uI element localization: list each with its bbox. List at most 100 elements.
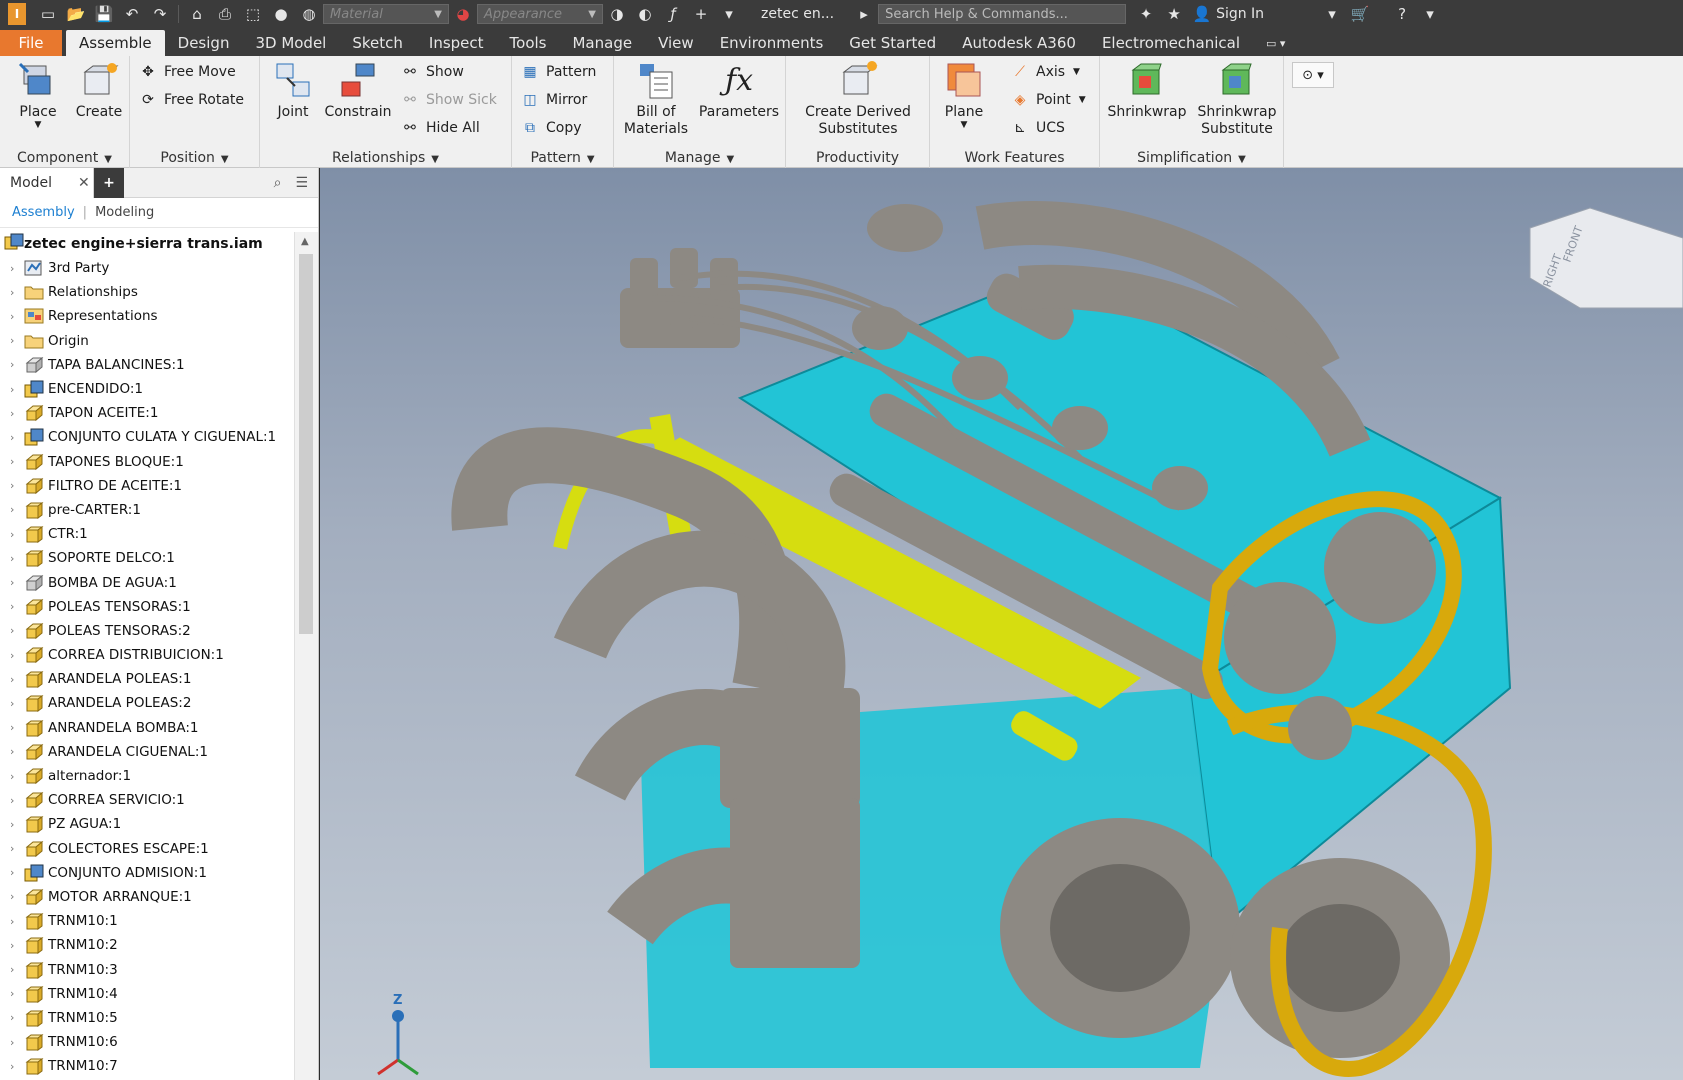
- tree-item[interactable]: › 3rd Party: [0, 256, 294, 280]
- bill-of-materials-button[interactable]: Bill of Materials: [620, 60, 692, 138]
- browser-scrollbar[interactable]: ▲: [294, 232, 318, 1080]
- expand-chevron-icon[interactable]: ›: [10, 963, 24, 976]
- tree-item[interactable]: › alternador:1: [0, 764, 294, 788]
- select-icon[interactable]: ⬚: [241, 3, 265, 25]
- exhaust-outlet[interactable]: [720, 688, 860, 968]
- undo-icon[interactable]: ↶: [120, 3, 144, 25]
- expand-chevron-icon[interactable]: ›: [10, 383, 24, 396]
- tree-item[interactable]: › Representations: [0, 304, 294, 328]
- point-button[interactable]: ◈ Point ▼: [1010, 88, 1086, 112]
- tree-item[interactable]: › ENCENDIDO:1: [0, 377, 294, 401]
- tab-assemble[interactable]: Assemble: [66, 30, 165, 56]
- chevron-down-icon[interactable]: ▾: [1418, 3, 1442, 25]
- expand-chevron-icon[interactable]: ›: [10, 987, 24, 1000]
- expand-chevron-icon[interactable]: ›: [10, 503, 24, 516]
- tab-file[interactable]: File: [0, 30, 62, 56]
- tools-icon[interactable]: ✦: [1134, 3, 1158, 25]
- expand-chevron-icon[interactable]: ›: [10, 794, 24, 807]
- joint-button[interactable]: Joint: [268, 60, 318, 120]
- oil-filler-cap[interactable]: [867, 204, 943, 252]
- tree-item[interactable]: › ARANDELA CIGUENAL:1: [0, 740, 294, 764]
- expand-chevron-icon[interactable]: ›: [10, 673, 24, 686]
- expand-chevron-icon[interactable]: ›: [10, 1036, 24, 1049]
- tree-item[interactable]: › TRNM10:7: [0, 1054, 294, 1078]
- tree-item[interactable]: › TRNM10:2: [0, 933, 294, 957]
- graphics-viewport[interactable]: FRONT RIGHT Z: [320, 168, 1683, 1080]
- expand-chevron-icon[interactable]: ›: [10, 479, 24, 492]
- color-icon[interactable]: ◍: [297, 3, 321, 25]
- tab-view[interactable]: View: [645, 30, 707, 56]
- plane-button[interactable]: Plane ▼: [936, 60, 992, 130]
- ribbon-display-options-button[interactable]: ⊙ ▾: [1292, 62, 1334, 88]
- free-rotate-button[interactable]: ⟳ Free Rotate: [138, 88, 244, 112]
- print-icon[interactable]: ⎙: [213, 3, 237, 25]
- expand-chevron-icon[interactable]: ›: [10, 528, 24, 541]
- expand-chevron-icon[interactable]: ›: [10, 1011, 24, 1024]
- expand-chevron-icon[interactable]: ›: [10, 697, 24, 710]
- tab-manage[interactable]: Manage: [559, 30, 645, 56]
- mirror-button[interactable]: ◫ Mirror: [520, 88, 587, 112]
- simplification-panel-title[interactable]: Simplification ▼: [1100, 150, 1283, 166]
- tree-item[interactable]: › TRNM10:5: [0, 1006, 294, 1030]
- fx-icon[interactable]: ƒ: [661, 3, 685, 25]
- tree-item[interactable]: › CTR:1: [0, 522, 294, 546]
- tab-get-started[interactable]: Get Started: [836, 30, 949, 56]
- tree-item[interactable]: › TRNM10:1: [0, 909, 294, 933]
- hide-all-button[interactable]: ⚯ Hide All: [400, 116, 480, 140]
- manage-panel-title[interactable]: Manage ▼: [614, 150, 785, 166]
- expand-chevron-icon[interactable]: ›: [10, 624, 24, 637]
- user-icon[interactable]: 👤: [1190, 3, 1214, 25]
- tab-sketch[interactable]: Sketch: [339, 30, 416, 56]
- tree-item[interactable]: › PZ AGUA:1: [0, 812, 294, 836]
- tab-autodesk-a360[interactable]: Autodesk A360: [949, 30, 1089, 56]
- tree-item[interactable]: › TRNM10:6: [0, 1030, 294, 1054]
- tab-tools[interactable]: Tools: [497, 30, 560, 56]
- tree-root[interactable]: zetec engine+sierra trans.iam: [0, 232, 294, 256]
- pattern-button[interactable]: ▦ Pattern: [520, 60, 596, 84]
- expand-chevron-icon[interactable]: ›: [10, 890, 24, 903]
- shrinkwrap-button[interactable]: Shrinkwrap: [1106, 60, 1188, 120]
- tree-item[interactable]: › Relationships: [0, 280, 294, 304]
- material-dropdown[interactable]: Material ▼: [323, 4, 449, 24]
- search-help-input[interactable]: Search Help & Commands...: [878, 4, 1127, 24]
- expand-chevron-icon[interactable]: ›: [10, 649, 24, 662]
- free-move-button[interactable]: ✥ Free Move: [138, 60, 236, 84]
- assembly-mode-tab[interactable]: Assembly: [12, 205, 75, 220]
- tree-item[interactable]: › ARANDELA POLEAS:2: [0, 691, 294, 715]
- constrain-button[interactable]: Constrain: [320, 60, 396, 120]
- tree-item[interactable]: › COLECTORES ESCAPE:1: [0, 837, 294, 861]
- appearance-sphere-icon[interactable]: ◕: [451, 3, 475, 25]
- scroll-up-icon[interactable]: ▲: [301, 236, 309, 247]
- parameters-button[interactable]: ƒx Parameters: [696, 60, 782, 121]
- show-sick-button[interactable]: ⚯ Show Sick: [400, 88, 497, 112]
- tab-environments[interactable]: Environments: [707, 30, 837, 56]
- help-icon[interactable]: ?: [1390, 3, 1414, 25]
- create-button[interactable]: Create: [72, 60, 126, 120]
- expand-chevron-icon[interactable]: ›: [10, 310, 24, 323]
- tree-item[interactable]: › CORREA SERVICIO:1: [0, 788, 294, 812]
- customize-icon[interactable]: ▾: [717, 3, 741, 25]
- tree-item[interactable]: › POLEAS TENSORAS:1: [0, 595, 294, 619]
- expand-chevron-icon[interactable]: ›: [10, 431, 24, 444]
- tree-item[interactable]: › MOTOR ARRANQUE:1: [0, 885, 294, 909]
- crosshair-icon[interactable]: +: [689, 3, 713, 25]
- chevron-down-icon[interactable]: ▾: [1320, 3, 1344, 25]
- cart-icon[interactable]: 🛒: [1348, 3, 1372, 25]
- engine-model[interactable]: FRONT RIGHT Z: [320, 168, 1683, 1080]
- viewcube[interactable]: FRONT RIGHT: [1529, 207, 1683, 309]
- component-panel-title[interactable]: Component ▼: [0, 150, 129, 166]
- alternator[interactable]: [1000, 818, 1240, 1038]
- tree-item[interactable]: › ARANDELA POLEAS:1: [0, 667, 294, 691]
- tree-item[interactable]: › Origin: [0, 329, 294, 353]
- expand-chevron-icon[interactable]: ›: [10, 334, 24, 347]
- chevron-right-icon[interactable]: ▸: [852, 3, 876, 25]
- tree-item[interactable]: › CONJUNTO CULATA Y CIGUENAL:1: [0, 425, 294, 449]
- modeling-mode-tab[interactable]: Modeling: [95, 205, 154, 220]
- scrollbar-thumb[interactable]: [299, 254, 313, 634]
- save-icon[interactable]: 💾: [92, 3, 116, 25]
- productivity-panel-title[interactable]: Productivity: [786, 150, 929, 166]
- tab-inspect[interactable]: Inspect: [416, 30, 497, 56]
- tree-item[interactable]: › CORREA DISTRIBUICION:1: [0, 643, 294, 667]
- search-icon[interactable]: ⌕: [274, 175, 282, 191]
- expand-chevron-icon[interactable]: ›: [10, 407, 24, 420]
